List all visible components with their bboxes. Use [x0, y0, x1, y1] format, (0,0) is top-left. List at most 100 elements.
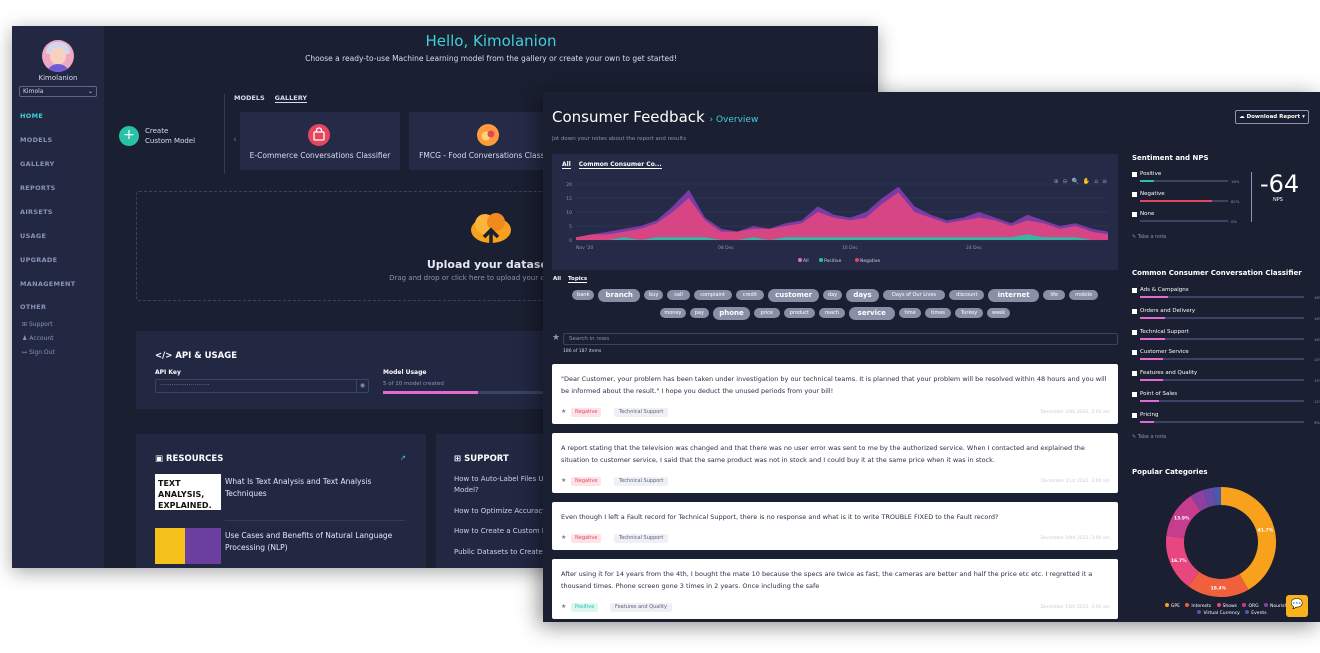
- topic-tag[interactable]: credit: [735, 290, 765, 300]
- classifier-checkbox[interactable]: [1132, 350, 1137, 356]
- topic-tag[interactable]: pay: [689, 308, 709, 318]
- classifier-label: Customer Service: [1140, 349, 1189, 356]
- topic-tag[interactable]: customer: [768, 289, 819, 302]
- topic-tag[interactable]: week: [987, 308, 1010, 318]
- resource-link[interactable]: What Is Text Analysis and Text Analysis …: [225, 476, 405, 500]
- sentiment-checkbox[interactable]: [1132, 172, 1137, 177]
- classifier-checkbox[interactable]: [1132, 412, 1137, 418]
- topic-tag[interactable]: complaint: [693, 290, 732, 300]
- classifier-checkbox[interactable]: [1132, 288, 1137, 293]
- topic-tag[interactable]: phone: [713, 307, 750, 320]
- tab-topics-all[interactable]: All: [553, 276, 561, 282]
- topic-tag[interactable]: mobile: [1069, 290, 1098, 300]
- org-select[interactable]: Kimola ⌄: [19, 86, 97, 97]
- topic-tag[interactable]: price: [754, 308, 780, 318]
- sidebar: Kimolanion Kimola ⌄ HOME MODELS GALLERY R…: [12, 26, 104, 568]
- topic-tag[interactable]: reach: [819, 308, 845, 318]
- classifier-bar: [1140, 316, 1304, 319]
- nav-support[interactable]: ⊞ Support: [22, 321, 53, 328]
- nav-home[interactable]: HOME: [20, 112, 43, 120]
- topic-tabs: All Topics: [553, 276, 594, 283]
- classifier-checkbox[interactable]: [1132, 371, 1137, 377]
- topic-tag[interactable]: time: [898, 308, 922, 318]
- cloud-download-icon: ☁: [1239, 114, 1247, 120]
- nav-reports[interactable]: REPORTS: [20, 184, 56, 192]
- topic-tag[interactable]: buy: [644, 290, 664, 300]
- nav-upgrade[interactable]: UPGRADE: [20, 256, 57, 264]
- classifier-bar-fill: [1140, 296, 1168, 298]
- nav-account[interactable]: ♟ Account: [22, 335, 54, 342]
- api-key-field[interactable]: ·························· ◉: [155, 379, 369, 393]
- topic-tag[interactable]: discount: [949, 290, 985, 300]
- star-icon[interactable]: ★: [561, 408, 566, 415]
- topic-tag[interactable]: internet: [988, 289, 1039, 302]
- star-icon[interactable]: ★: [552, 333, 560, 343]
- tab-gallery[interactable]: GALLERY: [274, 94, 308, 103]
- model-card-ecommerce[interactable]: E-Commerce Conversations Classifier: [240, 112, 400, 170]
- sentiment-label: None: [1140, 211, 1155, 217]
- model-usage-label: Model Usage: [383, 369, 427, 376]
- nav-models[interactable]: MODELS: [20, 136, 52, 144]
- code-icon: </>: [155, 351, 176, 361]
- carousel-prev-icon[interactable]: ‹: [233, 135, 237, 145]
- sentiment-checkbox[interactable]: [1132, 212, 1137, 217]
- topic-tag[interactable]: Turkey: [954, 308, 984, 318]
- nav-gallery[interactable]: GALLERY: [20, 160, 55, 168]
- sentiment-pct: 16%: [1231, 179, 1240, 184]
- topic-tag[interactable]: times: [925, 308, 951, 318]
- topic-tag[interactable]: bank: [572, 290, 595, 300]
- search-input[interactable]: Search in rows: [563, 333, 1118, 345]
- take-note-link[interactable]: ✎ Take a note: [1132, 434, 1166, 440]
- create-custom-model-button[interactable]: +: [119, 126, 139, 146]
- topic-tag[interactable]: call: [667, 290, 690, 300]
- category-badge: Technical Support: [614, 477, 669, 486]
- legend-marker: [798, 258, 802, 262]
- topic-tag[interactable]: money: [660, 308, 686, 318]
- trend-chart: All Common Consumer Co... ⊕ ⊖ 🔍 ✋ ⌂ ≡ 20 1…: [552, 154, 1118, 270]
- star-icon[interactable]: ★: [561, 477, 566, 484]
- classifier-bar: [1140, 379, 1304, 382]
- x-tick-label: 08 Dec: [718, 245, 734, 251]
- feedback-card[interactable]: Even though I left a Fault record for Te…: [552, 502, 1118, 550]
- report-note[interactable]: Jot down your notes about the report and…: [552, 136, 686, 142]
- star-icon[interactable]: ★: [561, 603, 566, 610]
- chat-button[interactable]: 💬: [1286, 595, 1308, 617]
- classifier-checkbox[interactable]: [1132, 392, 1137, 397]
- feedback-card[interactable]: A report stating that the television was…: [552, 433, 1118, 493]
- x-tick-label: 24 Dec: [966, 245, 982, 251]
- upload-dropzone[interactable]: Upload your dataset Drag and drop or cli…: [136, 191, 591, 301]
- sentiment-label: Positive: [1140, 171, 1162, 177]
- resource-thumbnail-nlp[interactable]: [155, 528, 221, 564]
- external-link-icon[interactable]: ↗: [400, 454, 406, 462]
- download-report-button[interactable]: ☁ Download Report ▾: [1235, 110, 1309, 124]
- resource-link[interactable]: Use Cases and Benefits of Natural Langua…: [225, 530, 405, 554]
- feedback-card[interactable]: "Dear Customer, your problem has been ta…: [552, 364, 1118, 424]
- create-custom-model-label[interactable]: Create Custom Model: [145, 126, 195, 146]
- nav-management[interactable]: MANAGEMENT: [20, 280, 76, 288]
- topic-tag[interactable]: Days of Our Lives: [882, 290, 946, 300]
- feedback-card[interactable]: After using it for 14 years from the 4th…: [552, 559, 1118, 619]
- topic-tag[interactable]: product: [783, 308, 816, 318]
- sentiment-checkbox[interactable]: [1132, 192, 1137, 197]
- classifier-checkbox[interactable]: [1132, 308, 1137, 314]
- nav-usage[interactable]: USAGE: [20, 232, 46, 240]
- nav-airsets[interactable]: AIRSETS: [20, 208, 53, 216]
- topic-tag[interactable]: day: [823, 290, 843, 300]
- tab-models[interactable]: MODELS: [234, 94, 265, 102]
- topic-tag[interactable]: life: [1043, 290, 1066, 300]
- category-badge: Technical Support: [614, 408, 669, 417]
- star-icon[interactable]: ★: [561, 534, 566, 541]
- breadcrumb-overview[interactable]: › Overview: [709, 115, 758, 125]
- user-avatar[interactable]: [42, 40, 74, 72]
- eye-icon[interactable]: ◉: [356, 380, 368, 392]
- topic-tag[interactable]: branch: [598, 289, 640, 302]
- classifier-checkbox[interactable]: [1132, 329, 1137, 335]
- sentiment-badge: Negative: [571, 477, 602, 486]
- resource-thumbnail[interactable]: TEXT ANALYSIS, EXPLAINED.: [155, 474, 221, 510]
- tab-topics[interactable]: Topics: [568, 276, 588, 283]
- topic-tag[interactable]: service: [848, 307, 895, 320]
- nav-sign-out[interactable]: ↦ Sign Out: [22, 349, 55, 356]
- classifier-bar: [1140, 420, 1304, 423]
- topic-tag[interactable]: days: [846, 289, 879, 302]
- take-note-link[interactable]: ✎ Take a note: [1132, 234, 1166, 240]
